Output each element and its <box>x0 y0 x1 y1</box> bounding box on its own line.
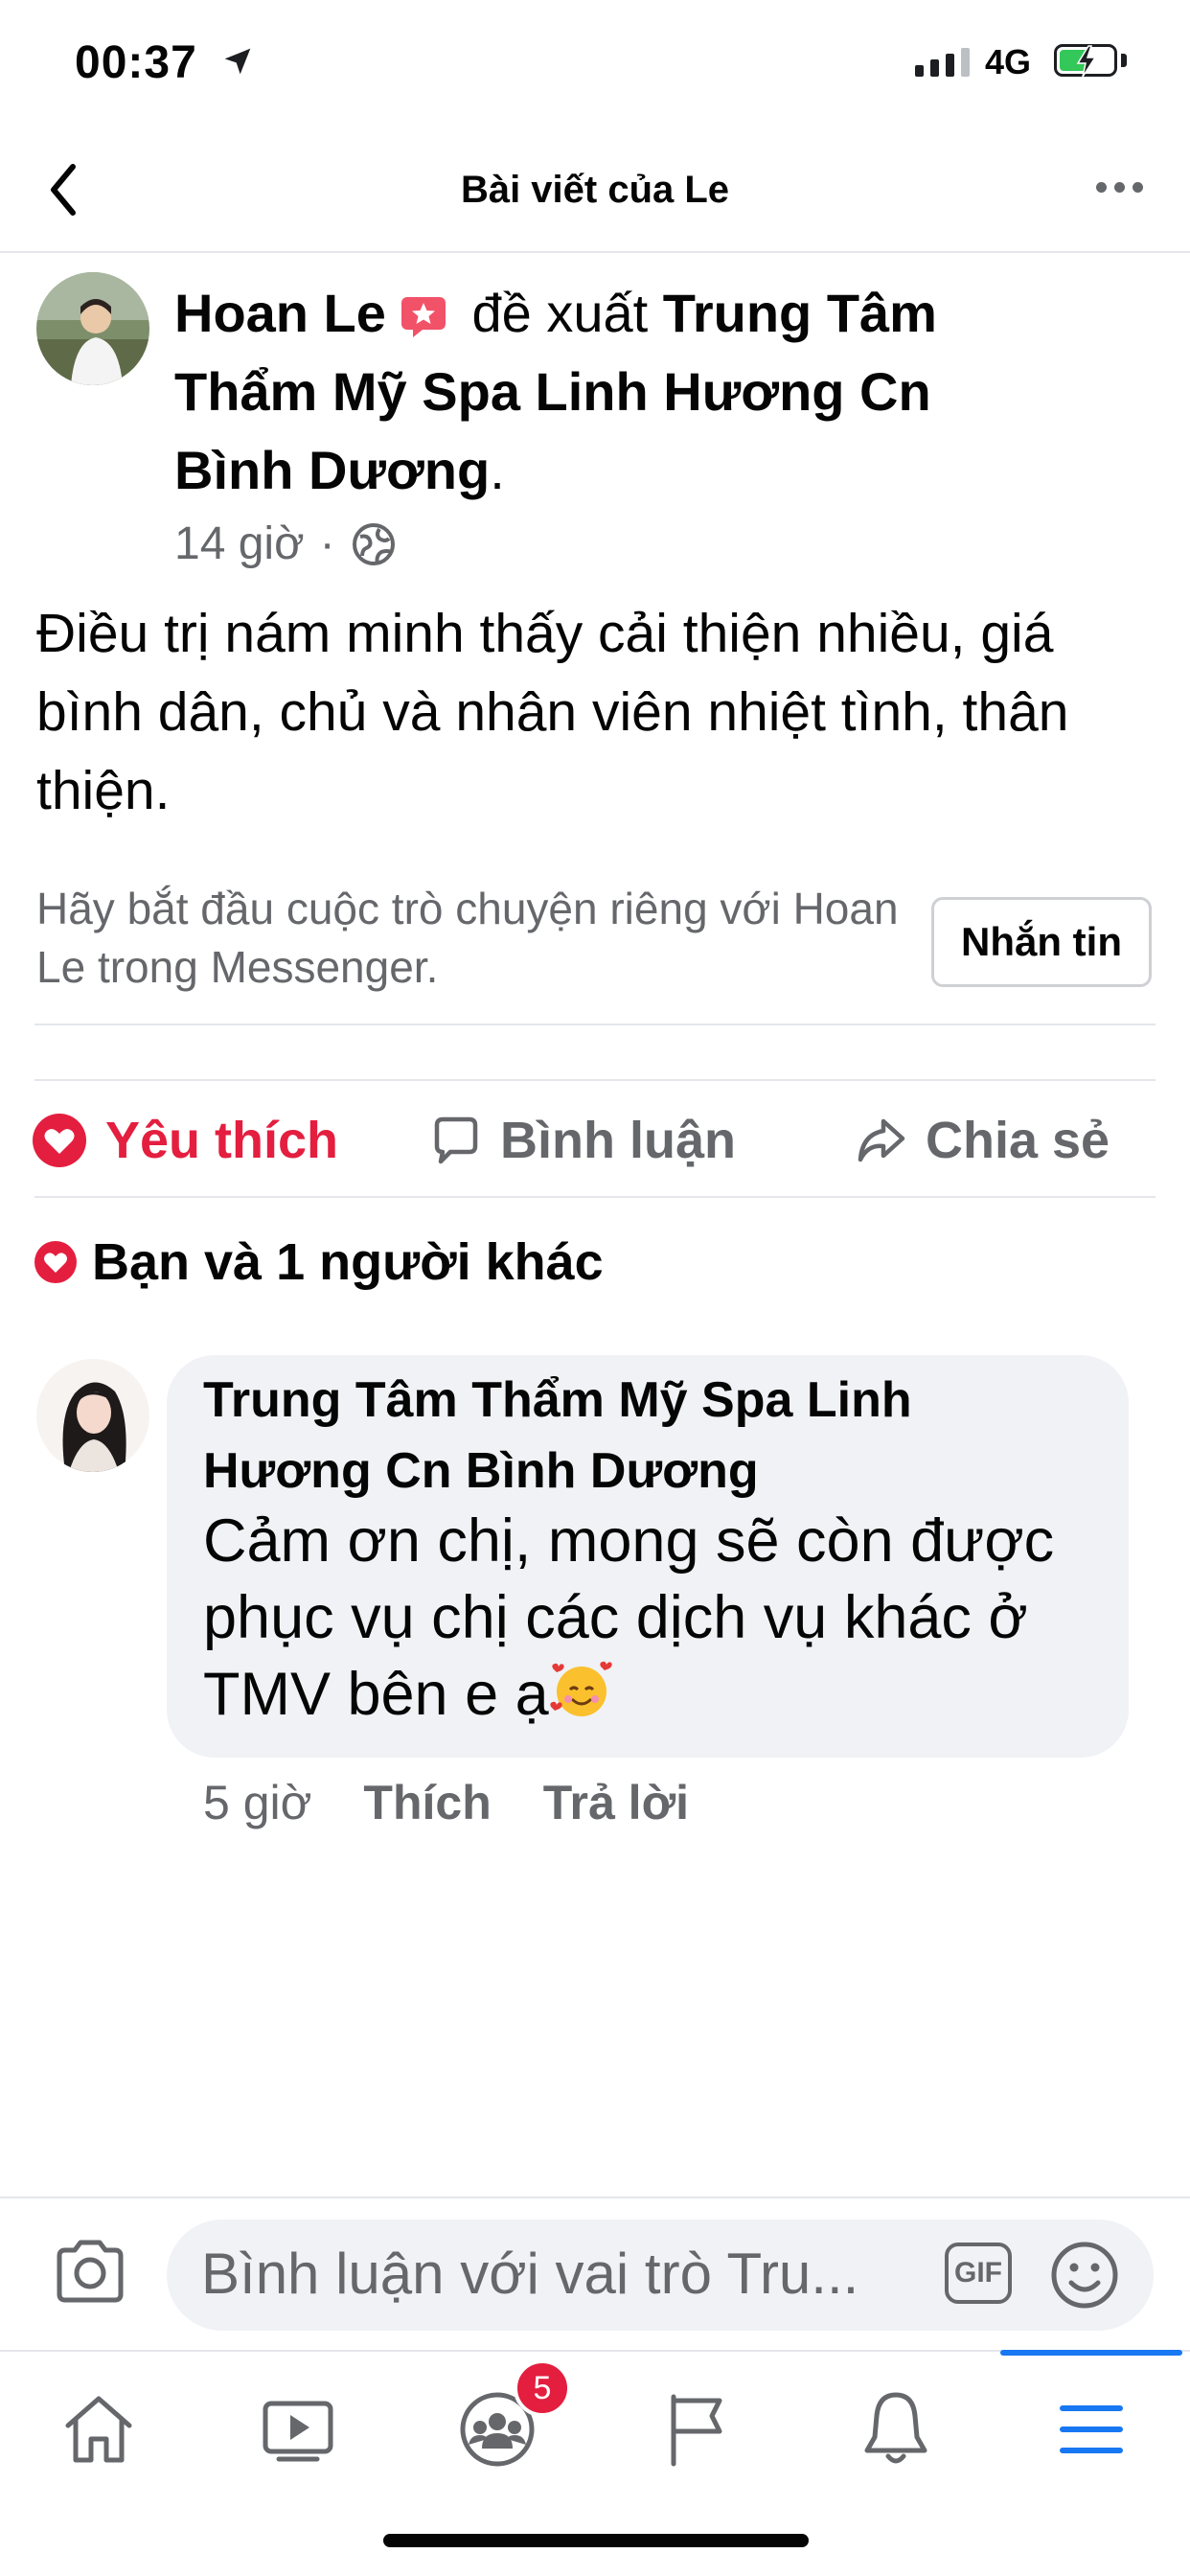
commenter-avatar[interactable] <box>36 1359 149 1472</box>
tab-notifications[interactable] <box>834 2377 958 2482</box>
post-divider <box>34 1024 1156 1025</box>
messenger-prompt: Hãy bắt đầu cuộc trò chuyện riêng với Ho… <box>36 884 899 992</box>
status-time: 00:37 <box>75 37 197 88</box>
menu-icon <box>1060 2405 1123 2453</box>
comment-input-placeholder: Bình luận với vai trò Tru... <box>201 2242 859 2306</box>
header-divider <box>0 251 1190 253</box>
location-arrow-icon <box>224 48 251 75</box>
reaction-summary[interactable]: Bạn và 1 người khác <box>33 1232 604 1292</box>
network-type: 4G <box>985 42 1032 81</box>
active-tab-indicator <box>1000 2350 1182 2356</box>
share-icon <box>858 1118 905 1162</box>
actions-top-divider <box>34 1079 1156 1081</box>
globe-icon <box>352 522 395 565</box>
love-reaction-icon <box>34 1241 77 1283</box>
post-header-text: Hoan Le đề xuất Trung Tâm Thẩm Mỹ Spa Li… <box>174 274 1056 510</box>
emoji-icon[interactable] <box>1048 2239 1121 2312</box>
period: . <box>490 440 505 500</box>
composer-top-divider <box>0 2196 1190 2198</box>
actions-bottom-divider <box>34 1196 1156 1198</box>
smiling-face-with-hearts-icon <box>550 1661 612 1716</box>
comment-like-link[interactable]: Thích <box>363 1775 491 1830</box>
battery-tip <box>1121 54 1127 67</box>
battery-icon <box>1054 44 1117 78</box>
share-label: Chia sẻ <box>926 1112 1110 1169</box>
comment-button[interactable]: Bình luận <box>429 1102 736 1179</box>
recommend-badge-icon <box>400 297 446 338</box>
gif-button[interactable]: GIF <box>945 2242 1012 2304</box>
meta-dot: · <box>319 518 335 569</box>
home-indicator <box>383 2534 809 2547</box>
comment-label: Bình luận <box>500 1112 736 1169</box>
comment-text: Cảm ơn chị, mong sẽ còn được phục vụ chị… <box>203 1507 1055 1728</box>
tab-pages[interactable] <box>634 2377 759 2482</box>
video-icon <box>263 2401 333 2462</box>
bell-icon <box>864 2392 927 2464</box>
post-body: Điều trị nám minh thấy cải thiện nhiều, … <box>36 603 1069 821</box>
send-message-button[interactable]: Nhắn tin <box>931 897 1152 987</box>
page-title: Bài viết của Le <box>460 169 730 211</box>
comment-reply-link[interactable]: Trả lời <box>543 1775 689 1830</box>
comment-text-block: Cảm ơn chị, mong sẽ còn được phục vụ chị… <box>203 1503 1123 1733</box>
groups-notification-badge: 5 <box>514 2359 571 2417</box>
tab-home[interactable] <box>36 2377 161 2482</box>
flag-icon <box>671 2394 722 2467</box>
comment-icon <box>434 1116 478 1164</box>
home-icon <box>65 2396 132 2463</box>
more-options-icon[interactable] <box>1096 182 1143 193</box>
camera-icon[interactable] <box>52 2237 128 2306</box>
tab-watch[interactable] <box>236 2377 360 2482</box>
post-time[interactable]: 14 giờ <box>174 518 305 570</box>
post-action-text: đề xuất <box>456 283 663 343</box>
signal-icon <box>915 48 970 77</box>
like-button[interactable]: Yêu thích <box>31 1102 338 1179</box>
heart-icon <box>33 1114 86 1167</box>
author-avatar[interactable] <box>36 272 149 385</box>
author-name[interactable]: Hoan Le <box>174 283 386 343</box>
tab-menu[interactable] <box>1029 2377 1154 2482</box>
share-button[interactable]: Chia sẻ <box>855 1102 1110 1179</box>
post-meta: 14 giờ · <box>174 518 397 570</box>
reaction-summary-text: Bạn và 1 người khác <box>92 1233 604 1291</box>
comment-time[interactable]: 5 giờ <box>203 1775 311 1830</box>
comment-actions: 5 giờ Thích Trả lời <box>203 1775 689 1830</box>
like-label: Yêu thích <box>105 1112 339 1169</box>
comment-author[interactable]: Trung Tâm Thẩm Mỹ Spa Linh Hương Cn Bình… <box>203 1365 1065 1506</box>
